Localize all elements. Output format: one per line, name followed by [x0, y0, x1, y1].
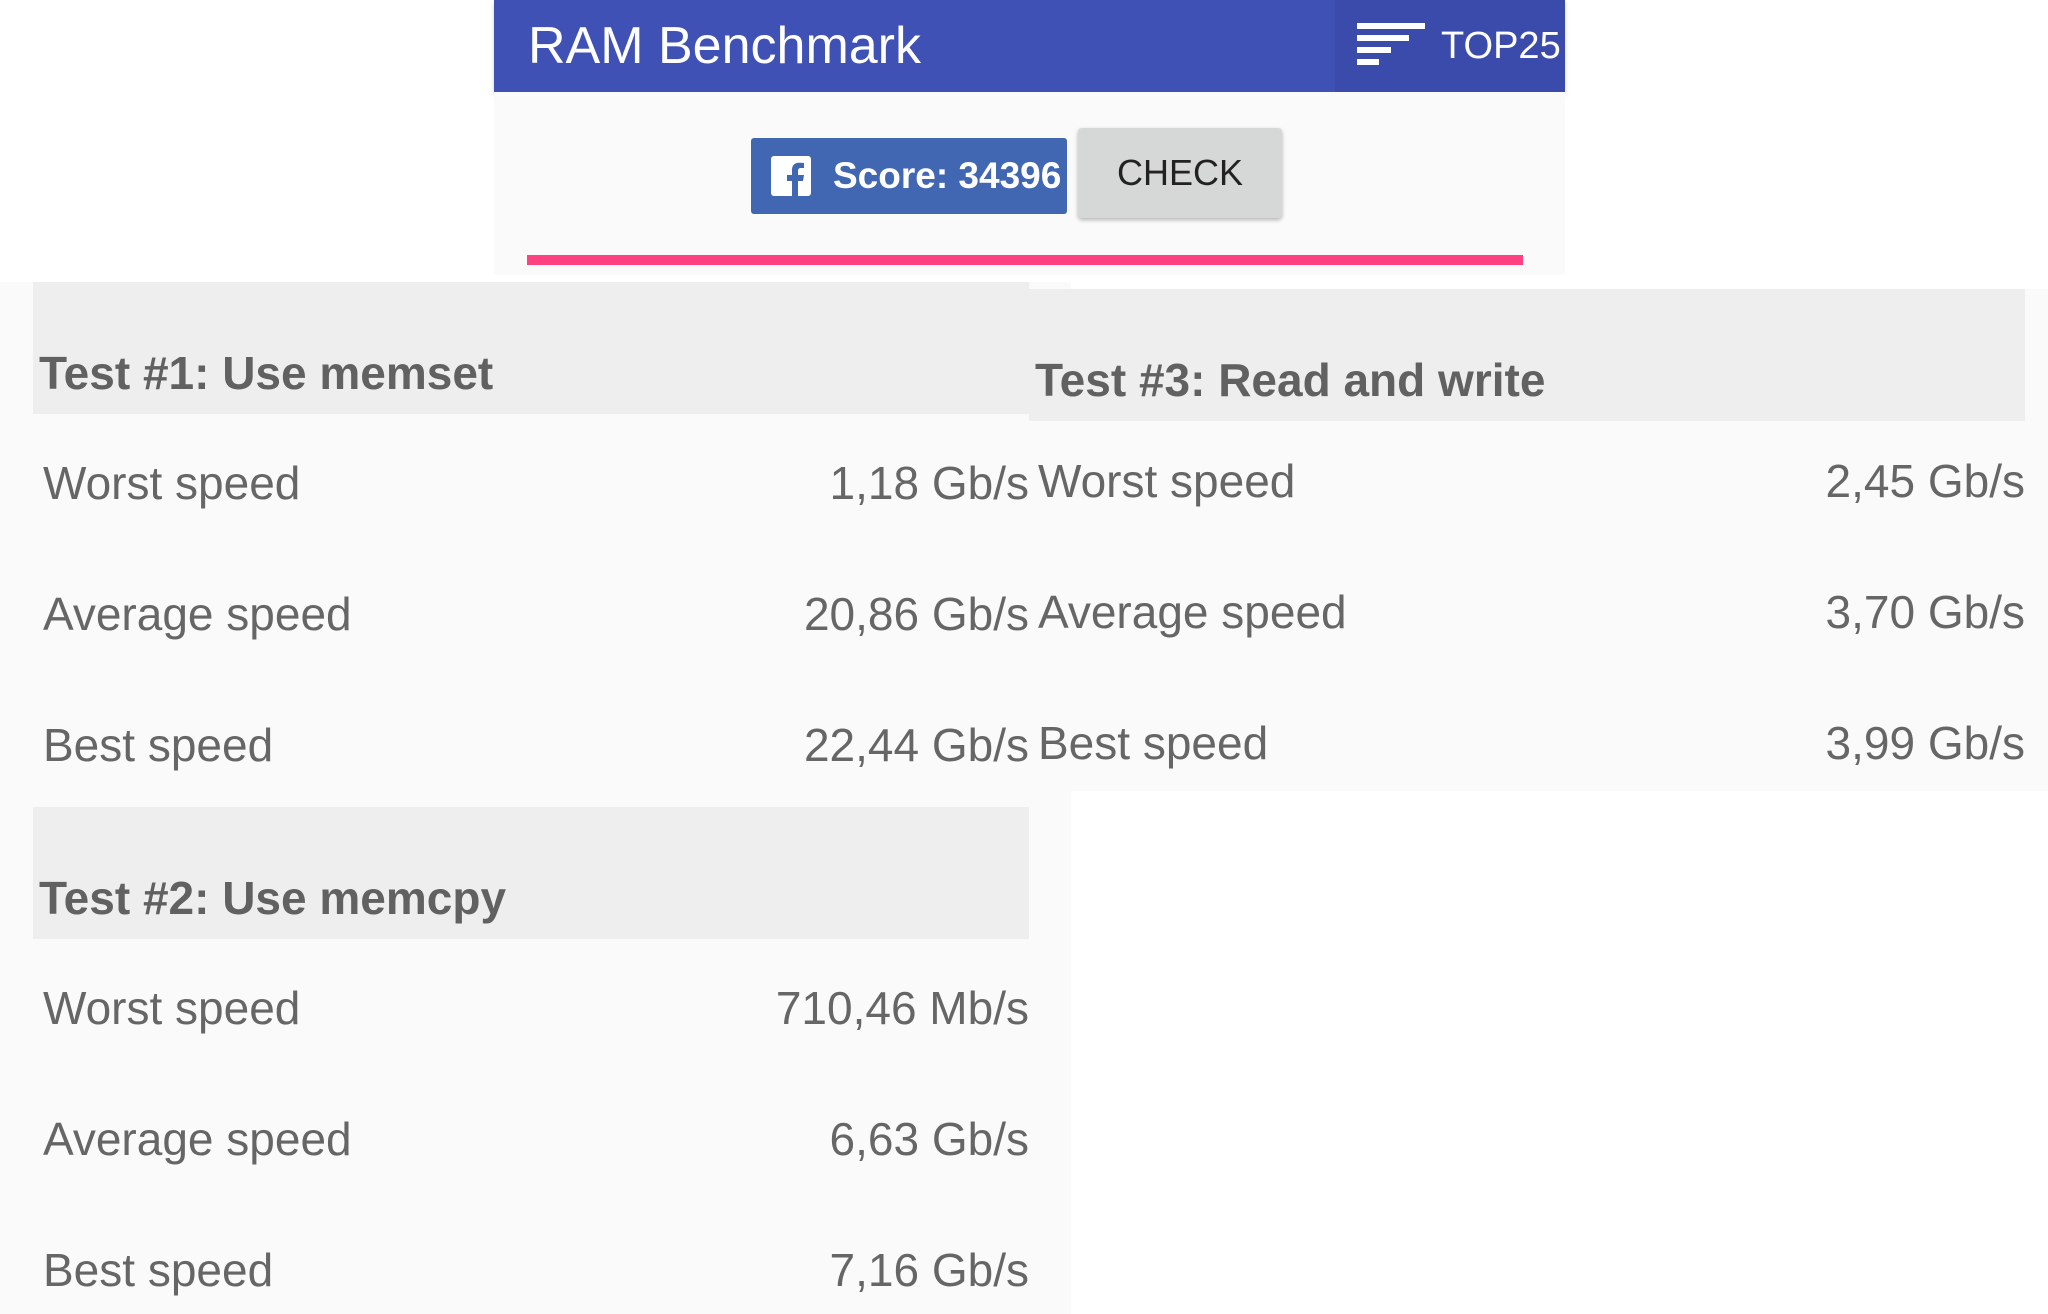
progress-bar — [527, 255, 1523, 265]
test-1-title: Test #1: Use memset — [39, 347, 494, 399]
top25-button[interactable]: TOP25 — [1335, 0, 1565, 92]
score-label: Score: 34396 — [833, 155, 1062, 196]
metric-value: 6,63 Gb/s — [829, 1113, 1029, 1165]
metric-value: 3,70 Gb/s — [1825, 586, 2025, 638]
top25-label: TOP25 — [1441, 25, 1561, 67]
check-button[interactable]: CHECK — [1078, 128, 1282, 218]
metric-value: 3,99 Gb/s — [1825, 717, 2025, 769]
list-item: Average speed 20,86 Gb/s — [33, 545, 1029, 676]
list-item: Average speed 6,63 Gb/s — [33, 1070, 1029, 1201]
metric-label: Best speed — [43, 719, 274, 771]
list-item: Worst speed 2,45 Gb/s — [1029, 412, 2025, 543]
metric-label: Average speed — [43, 1113, 352, 1165]
list-item: Best speed 7,16 Gb/s — [33, 1201, 1029, 1314]
metric-value: 20,86 Gb/s — [803, 588, 1029, 640]
results-panel-left: Test #1: Use memset Worst speed 1,18 Gb/… — [0, 282, 1071, 1314]
results-panel-right: Test #3: Read and write Worst speed 2,45… — [1029, 289, 2048, 791]
metric-value: 22,44 Gb/s — [803, 719, 1029, 771]
metric-label: Worst speed — [43, 982, 301, 1034]
metric-value: 1,18 Gb/s — [829, 457, 1029, 509]
list-item: Average speed 3,70 Gb/s — [1029, 543, 2025, 674]
list-item: Best speed 3,99 Gb/s — [1029, 674, 2025, 805]
metric-value: 7,16 Gb/s — [829, 1244, 1029, 1296]
metric-label: Worst speed — [1038, 455, 1296, 507]
metric-label: Average speed — [43, 588, 352, 640]
list-item: Best speed 22,44 Gb/s — [33, 676, 1029, 807]
test-3-title: Test #3: Read and write — [1035, 354, 1546, 406]
metric-value: 2,45 Gb/s — [1825, 455, 2025, 507]
test-1-header: Test #1: Use memset — [33, 282, 1029, 414]
list-item: Worst speed 1,18 Gb/s — [33, 414, 1029, 545]
metric-label: Best speed — [1038, 717, 1269, 769]
facebook-icon — [771, 156, 811, 196]
facebook-share-score-button[interactable]: Score: 34396 — [751, 138, 1067, 214]
metric-label: Worst speed — [43, 457, 301, 509]
test-2-title: Test #2: Use memcpy — [39, 872, 507, 924]
score-strip: Score: 34396 CHECK — [494, 92, 1565, 275]
app-screen: RAM Benchmark TOP25 Score: 34396 CHECK T… — [0, 0, 2048, 1314]
list-item: Worst speed 710,46 Mb/s — [33, 939, 1029, 1070]
metric-label: Best speed — [43, 1244, 274, 1296]
test-3-header: Test #3: Read and write — [1029, 289, 2025, 421]
app-bar: RAM Benchmark TOP25 — [494, 0, 1565, 92]
test-2-header: Test #2: Use memcpy — [33, 807, 1029, 939]
metric-value: 710,46 Mb/s — [775, 982, 1029, 1034]
app-title: RAM Benchmark — [528, 17, 921, 75]
metric-label: Average speed — [1038, 586, 1347, 638]
sort-icon — [1355, 21, 1427, 71]
